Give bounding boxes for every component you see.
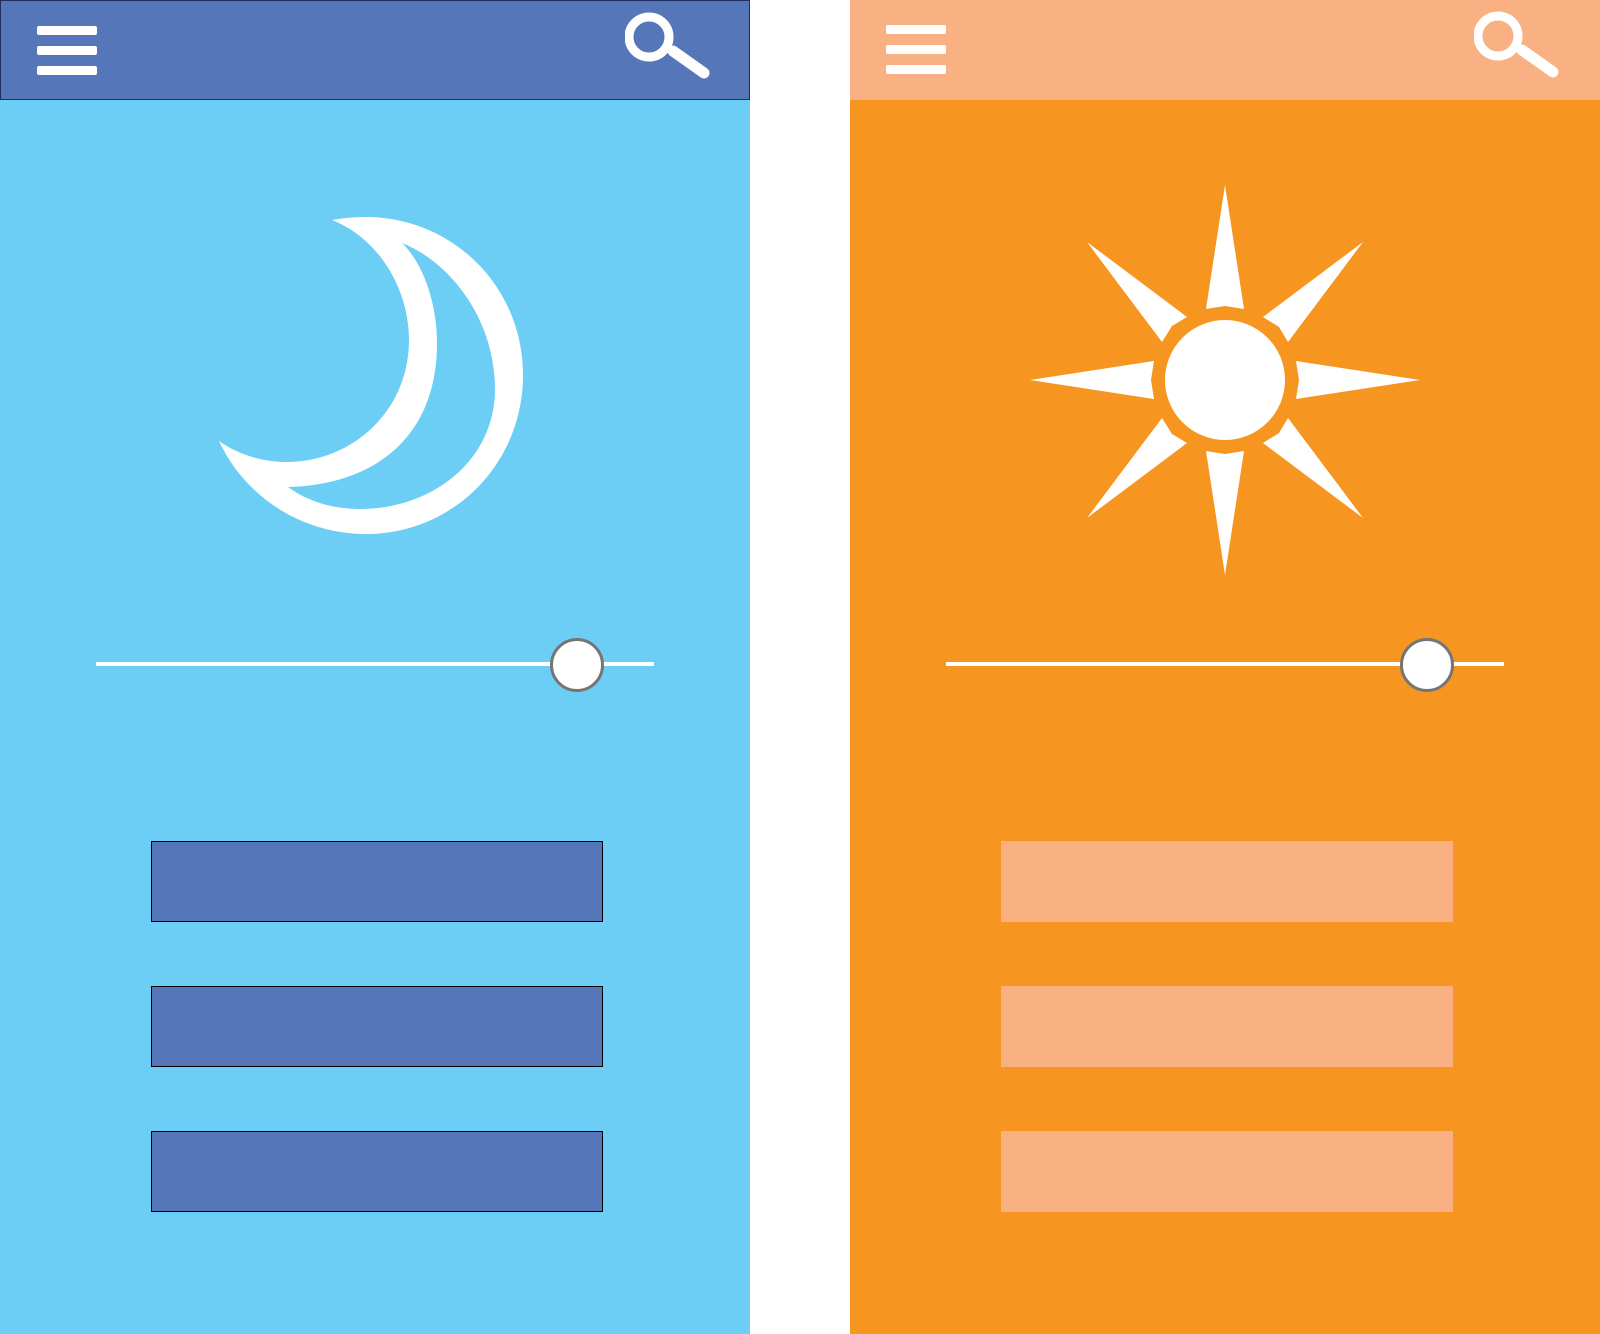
day-menu-button[interactable]	[884, 22, 948, 78]
night-mode-screen	[0, 0, 750, 1334]
sun-icon	[1030, 185, 1420, 575]
hamburger-menu-icon	[886, 25, 946, 74]
night-button-group	[151, 841, 603, 1276]
night-brightness-slider[interactable]	[96, 636, 654, 692]
theme-comparison-canvas	[0, 0, 1600, 1334]
slider-thumb[interactable]	[1399, 638, 1454, 692]
night-menu-button[interactable]	[35, 23, 99, 79]
day-option-button-3[interactable]	[1001, 1131, 1453, 1212]
night-option-button-2[interactable]	[151, 986, 603, 1067]
night-option-button-3[interactable]	[151, 1131, 603, 1212]
day-brightness-slider[interactable]	[946, 636, 1504, 692]
magnifier-search-icon	[624, 12, 710, 79]
day-option-button-1[interactable]	[1001, 841, 1453, 922]
day-mode-screen	[850, 0, 1600, 1334]
night-search-button[interactable]	[624, 7, 723, 87]
day-button-group	[1001, 841, 1453, 1276]
day-option-button-2[interactable]	[1001, 986, 1453, 1067]
magnifier-search-icon	[1473, 11, 1559, 78]
day-search-button[interactable]	[1473, 6, 1572, 86]
night-option-button-1[interactable]	[151, 841, 603, 922]
night-app-bar	[0, 0, 750, 100]
slider-thumb[interactable]	[549, 638, 604, 692]
day-app-bar	[850, 0, 1600, 100]
moon-icon	[219, 217, 523, 534]
hamburger-menu-icon	[37, 26, 97, 75]
